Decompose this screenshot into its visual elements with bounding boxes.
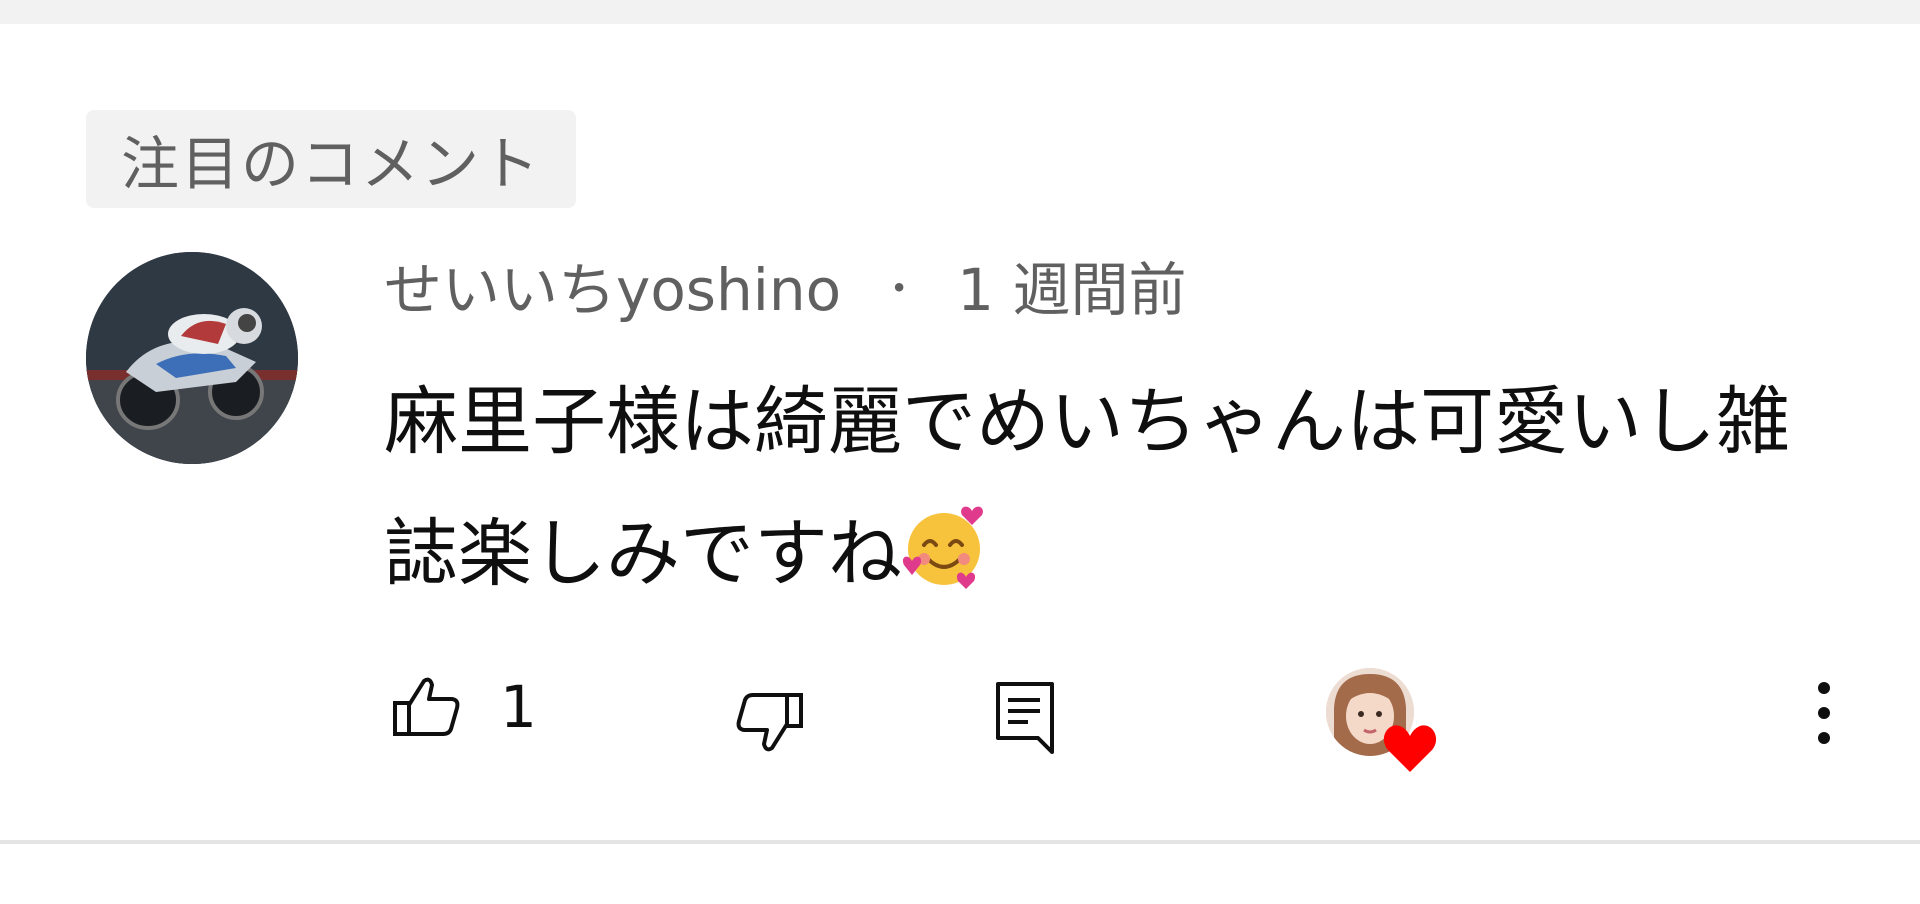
reply-comment-icon[interactable] [994, 680, 1056, 754]
bottom-divider [0, 840, 1920, 844]
creator-heart-icon [1383, 725, 1437, 772]
creator-heart-badge [1326, 668, 1438, 780]
comment-meta: せいいちyoshino ・ 1 週間前 [384, 245, 1187, 325]
comment-text: 麻里子様は綺麗でめいちゃんは可愛いし雑誌楽しみですね [384, 379, 1790, 597]
thumb-down-icon[interactable] [734, 690, 804, 756]
author-name[interactable]: せいいちyoshino [384, 243, 841, 327]
like-count: 1 [500, 673, 537, 741]
thumb-up-icon[interactable] [392, 675, 462, 737]
smiling-face-with-hearts-emoji [902, 506, 983, 589]
meta-separator: ・ [879, 266, 920, 312]
pinned-comment-label: 注目のコメント [86, 110, 576, 208]
comment-timestamp[interactable]: 1 週間前 [957, 243, 1186, 327]
more-vertical-icon[interactable] [1812, 680, 1836, 746]
motorcycle-racer-photo [86, 252, 298, 464]
comment-body: 麻里子様は綺麗でめいちゃんは可愛いし雑誌楽しみですね [384, 356, 1824, 620]
comment-actions [0, 650, 1920, 790]
author-avatar[interactable] [86, 252, 298, 464]
top-divider [0, 0, 1920, 24]
